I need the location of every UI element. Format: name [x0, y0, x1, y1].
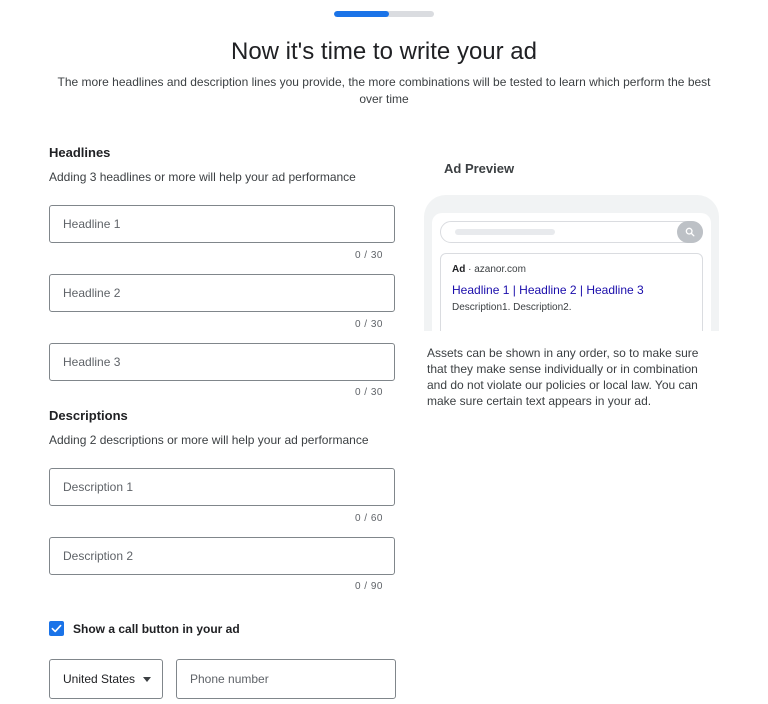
country-select[interactable]: United States [49, 659, 163, 699]
mock-search-placeholder [455, 229, 555, 235]
headline-1-field[interactable] [49, 205, 395, 243]
check-icon [51, 624, 62, 633]
description-2-field[interactable] [49, 537, 395, 575]
description-1-field[interactable] [49, 468, 395, 506]
description-2-counter: 0 / 90 [354, 581, 383, 592]
headline-3-counter: 0 / 30 [354, 387, 383, 398]
ad-domain: azanor.com [474, 264, 526, 275]
country-select-value: United States [63, 672, 136, 686]
headlines-title: Headlines [49, 145, 111, 160]
ad-label: Ad [452, 264, 466, 275]
page-title: Now it's time to write your ad [230, 38, 537, 65]
description-2-input[interactable] [50, 538, 394, 574]
ad-meta: Ad · azanor.com [452, 264, 691, 275]
description-1-counter: 0 / 60 [354, 513, 383, 524]
headlines-hint: Adding 3 headlines or more will help you… [49, 170, 356, 184]
progress-bar [334, 11, 434, 17]
search-icon [685, 227, 695, 237]
phone-number-field[interactable] [176, 659, 396, 699]
headline-3-field[interactable] [49, 343, 395, 381]
call-button-option[interactable]: Show a call button in your ad [49, 621, 240, 636]
dropdown-caret-icon [143, 676, 152, 682]
ad-separator: · [465, 264, 475, 275]
call-button-checkbox[interactable] [49, 621, 64, 636]
ad-preview-card: Ad · azanor.com Headline 1 | Headline 2 … [440, 253, 703, 331]
progress-bar-fill [334, 11, 389, 17]
headline-2-field[interactable] [49, 274, 395, 312]
call-button-label: Show a call button in your ad [73, 621, 240, 636]
ad-description: Description1. Description2. [452, 302, 572, 313]
descriptions-hint: Adding 2 descriptions or more will help … [49, 433, 369, 447]
description-1-input[interactable] [50, 469, 394, 505]
headline-1-counter: 0 / 30 [354, 250, 383, 261]
phone-screen: Ad · azanor.com Headline 1 | Headline 2 … [432, 213, 711, 331]
descriptions-title: Descriptions [49, 408, 128, 423]
ad-preview-title: Ad Preview [444, 161, 515, 176]
headline-2-input[interactable] [50, 275, 394, 311]
phone-mockup: Ad · azanor.com Headline 1 | Headline 2 … [424, 195, 719, 331]
page-subtitle: The more headlines and description lines… [57, 75, 711, 106]
phone-number-input[interactable] [177, 660, 395, 698]
headline-1-input[interactable] [50, 206, 394, 242]
mock-search-bar [440, 221, 703, 243]
headline-2-counter: 0 / 30 [354, 319, 383, 330]
mock-search-button [677, 221, 703, 243]
ad-headline: Headline 1 | Headline 2 | Headline 3 [452, 283, 644, 297]
headline-3-input[interactable] [50, 344, 394, 380]
ad-preview-note: Assets can be shown in any order, so to … [427, 346, 699, 408]
